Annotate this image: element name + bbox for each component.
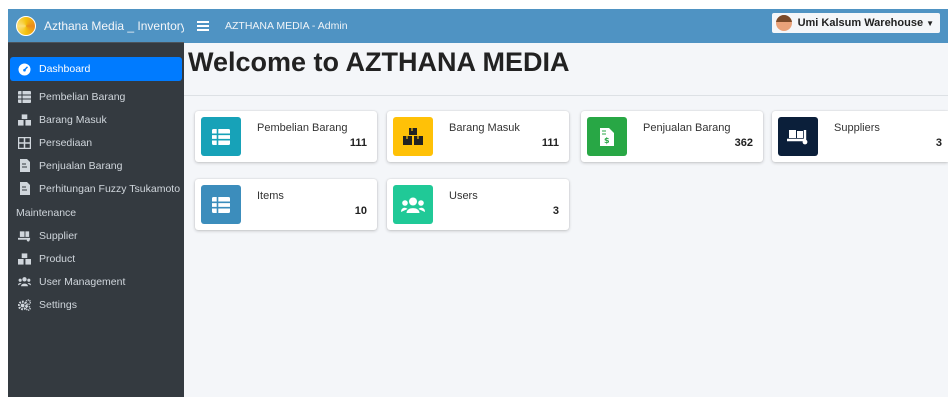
sidebar-item-pembelian-barang[interactable]: Pembelian Barang [8,85,184,108]
boxes-icon [18,113,31,126]
stat-card-label: Barang Masuk [449,122,520,134]
boxes-icon [18,252,31,265]
svg-text:$: $ [604,136,610,145]
dashboard-icon [18,63,31,76]
stat-card-label: Suppliers [834,122,880,134]
stat-card-value: 3 [552,205,559,217]
list-icon [201,117,241,156]
sidebar-item-label: Persediaan [39,136,93,149]
list-icon [201,185,241,224]
sidebar-item-product[interactable]: Product [8,247,184,270]
stat-card-barang-masuk[interactable]: Barang Masuk 111 [387,111,569,162]
stat-card-label: Items [257,190,284,202]
sidebar: Azthana Media _ Inventory Dashboard Pemb… [8,9,187,397]
sidebar-item-label: Dashboard [39,63,91,75]
stat-card-penjualan-barang[interactable]: $ Penjualan Barang 362 [581,111,763,162]
list-icon [18,90,31,103]
navbar-title: AZTHANA MEDIA - Admin [225,20,348,32]
sidebar-item-label: Supplier [39,229,78,242]
brand-logo-icon [16,15,36,36]
user-dropdown[interactable]: Umi Kalsum Warehouse ▼ [771,13,940,33]
stat-card-label: Users [449,190,478,202]
sidebar-item-label: Settings [39,298,77,311]
brand-title: Azthana Media _ Inventory [44,18,187,33]
dolly-icon [778,117,818,156]
sidebar-item-label: Barang Masuk [39,113,107,126]
stat-card-value: 3 [935,137,942,149]
sidebar-item-user-management[interactable]: User Management [8,270,184,293]
user-name: Umi Kalsum Warehouse [797,17,924,29]
users-icon [18,275,31,288]
invoice-icon [18,159,31,172]
dolly-icon [18,229,31,242]
stat-card-value: 362 [734,137,753,149]
sidebar-item-penjualan-barang[interactable]: Penjualan Barang [8,154,184,177]
stat-card-suppliers[interactable]: Suppliers 3 [772,111,948,162]
sidebar-section-header: Maintenance [16,207,77,219]
stat-card-value: 111 [541,137,559,149]
sidebar-item-supplier[interactable]: Supplier [8,224,184,247]
table-icon [18,136,31,149]
sidebar-item-label: Pembelian Barang [39,90,126,103]
stat-card-label: Pembelian Barang [257,122,348,134]
hamburger-menu-icon[interactable] [197,21,209,31]
sidebar-item-barang-masuk[interactable]: Barang Masuk [8,108,184,131]
top-navbar: AZTHANA MEDIA - Admin Umi Kalsum Warehou… [184,9,948,43]
boxes-icon [393,117,433,156]
sidebar-item-label: User Management [39,275,126,288]
caret-down-icon: ▼ [926,18,934,28]
stat-card-value: 10 [354,205,367,217]
stat-card-pembelian-barang[interactable]: Pembelian Barang 111 [195,111,377,162]
sidebar-item-fuzzy-tsukamoto[interactable]: Perhitungan Fuzzy Tsukamoto [8,177,184,200]
sidebar-item-label: Penjualan Barang [39,159,123,172]
sidebar-nav: Dashboard Pembelian Barang Barang Masuk … [8,43,184,316]
sidebar-item-label: Product [39,252,76,265]
users-icon [393,185,433,224]
sidebar-item-label: Perhitungan Fuzzy Tsukamoto [39,182,181,195]
user-avatar-icon [775,15,792,31]
title-divider [184,95,948,96]
invoice-icon [18,182,31,195]
cogs-icon [18,298,31,311]
brand-link[interactable]: Azthana Media _ Inventory [8,9,187,43]
page-title: Welcome to AZTHANA MEDIA [188,47,570,77]
sidebar-item-persediaan[interactable]: Persediaan [8,131,184,154]
invoice-icon: $ [587,117,627,156]
stat-card-users[interactable]: Users 3 [387,179,569,230]
stat-card-label: Penjualan Barang [643,122,731,134]
stat-card-items[interactable]: Items 10 [195,179,377,230]
stat-card-value: 111 [349,137,367,149]
sidebar-item-dashboard[interactable]: Dashboard [10,57,182,81]
sidebar-item-settings[interactable]: Settings [8,293,184,316]
